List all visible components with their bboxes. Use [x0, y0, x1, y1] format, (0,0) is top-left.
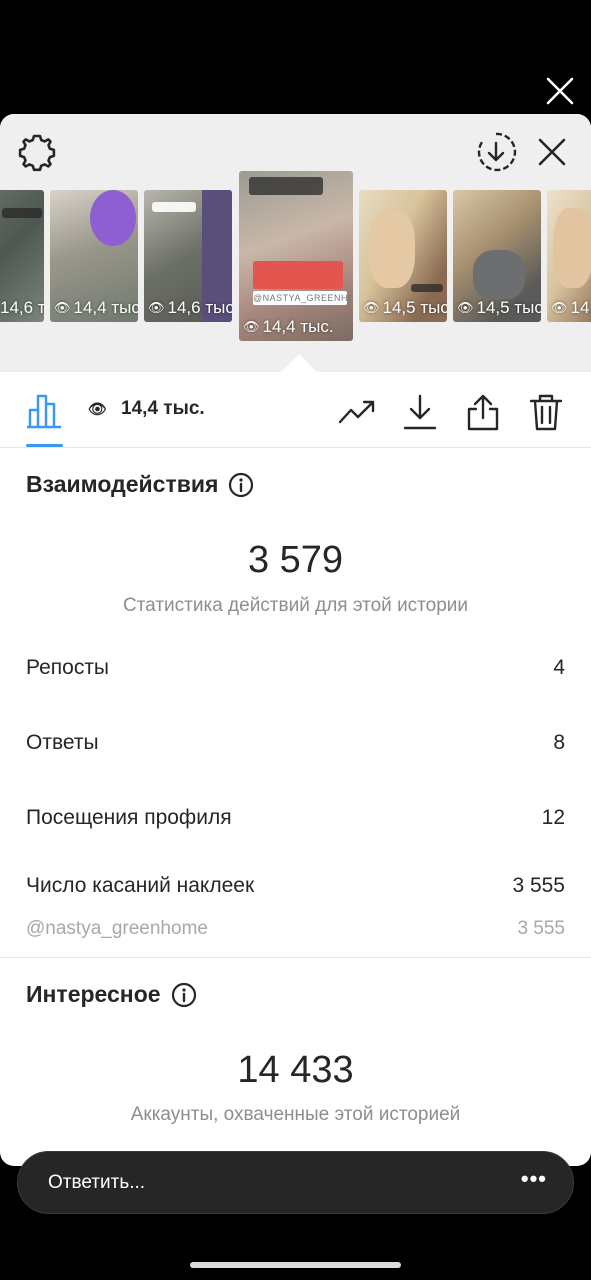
eye-icon: 👁 [88, 401, 108, 418]
story-thumbnail[interactable]: 👁14,5 тыс. [453, 190, 541, 322]
discovery-total: 14 433 [237, 1049, 354, 1091]
eye-icon: 👁 [363, 300, 380, 315]
interactions-heading: Взаимодействия [26, 471, 254, 498]
stat-value: 8 [553, 731, 565, 754]
stat-sub-value: 3 555 [517, 918, 565, 939]
info-icon[interactable] [171, 982, 197, 1008]
reply-placeholder: Ответить... [48, 1172, 146, 1193]
bar-chart-icon[interactable] [24, 390, 64, 430]
eye-icon: 👁 [54, 300, 71, 315]
dismiss-close-icon[interactable] [545, 76, 575, 106]
story-thumbnail[interactable]: 14,6 тыс. [0, 190, 44, 322]
eye-icon: 👁 [243, 319, 260, 334]
eye-icon: 👁 [551, 300, 568, 315]
stat-row-reposts: Репосты 4 [26, 656, 565, 680]
info-icon[interactable] [228, 472, 254, 498]
stat-row-replies: Ответы 8 [26, 731, 565, 755]
story-views-value: 14,5 тыс. [382, 298, 447, 317]
stat-label: Число касаний наклеек [26, 874, 255, 897]
download-icon[interactable] [400, 392, 440, 432]
download-circle-icon[interactable] [474, 130, 518, 174]
reply-input[interactable]: Ответить... ••• [17, 1151, 574, 1214]
section-divider [0, 957, 591, 958]
interactions-caption: Статистика действий для этой истории [122, 595, 469, 616]
story-views-value: 14,5 тыс. [476, 298, 541, 317]
story-views-value: 14,6 тыс. [167, 298, 232, 317]
active-tab-indicator [26, 444, 63, 447]
story-views-value: 14,5 тыс. [570, 298, 591, 317]
share-icon[interactable] [463, 392, 503, 432]
insights-sheet: 14,6 тыс. 👁14,4 тыс. 👁14,6 тыс. @NASTYA_… [0, 114, 591, 1166]
stat-value: 3 555 [512, 874, 565, 897]
home-indicator [190, 1262, 401, 1268]
eye-icon: 👁 [457, 300, 474, 315]
gear-icon[interactable] [16, 132, 58, 174]
story-thumbnail[interactable]: 👁 14,4 тыс. [50, 190, 138, 322]
story-thumbnail[interactable]: 👁14,5 тыс. [547, 190, 591, 322]
interactions-title: Взаимодействия [26, 471, 219, 497]
mention-sticker: @NASTYA_GREENHOME [253, 291, 353, 305]
stat-value: 12 [541, 806, 565, 829]
interactions-total: 3 579 [247, 539, 344, 581]
trash-icon[interactable] [526, 392, 566, 432]
sheet-header [0, 114, 591, 184]
insights-toolbar: 👁 14,4 тыс. [0, 372, 591, 448]
stat-label: Репосты [26, 656, 110, 679]
stat-value: 4 [553, 656, 565, 679]
more-options-icon[interactable]: ••• [521, 1166, 547, 1192]
discovery-heading: Интересное [26, 981, 197, 1008]
stat-row-sticker-taps: Число касаний наклеек 3 555 [26, 874, 565, 898]
stat-label: Ответы [26, 731, 99, 754]
stat-subrow-mention: @nastya_greenhome 3 555 [26, 918, 565, 940]
story-views-value: 14,4 тыс. [262, 317, 334, 336]
close-icon[interactable] [534, 134, 570, 170]
stat-label: Посещения профиля [26, 806, 232, 829]
story-views-value: 14,6 тыс. [0, 298, 44, 317]
eye-icon: 👁 [148, 300, 165, 315]
selection-pointer [281, 354, 317, 372]
views-summary: 👁 14,4 тыс. [88, 398, 205, 420]
discovery-title: Интересное [26, 981, 161, 1007]
story-thumbnail[interactable]: 👁14,5 тыс. [359, 190, 447, 322]
stat-row-profile-visits: Посещения профиля 12 [26, 806, 565, 830]
story-thumbnail-selected[interactable]: @NASTYA_GREENHOME 👁14,4 тыс. [239, 171, 353, 341]
stat-sub-label: @nastya_greenhome [26, 918, 208, 939]
story-thumbnail[interactable]: 👁 14,6 тыс. [144, 190, 232, 322]
views-count: 14,4 тыс. [121, 398, 205, 419]
discovery-caption: Аккаунты, охваченные этой историей [130, 1104, 461, 1125]
trending-icon[interactable] [337, 392, 377, 432]
story-views-value: 14,4 тыс. [73, 298, 138, 317]
